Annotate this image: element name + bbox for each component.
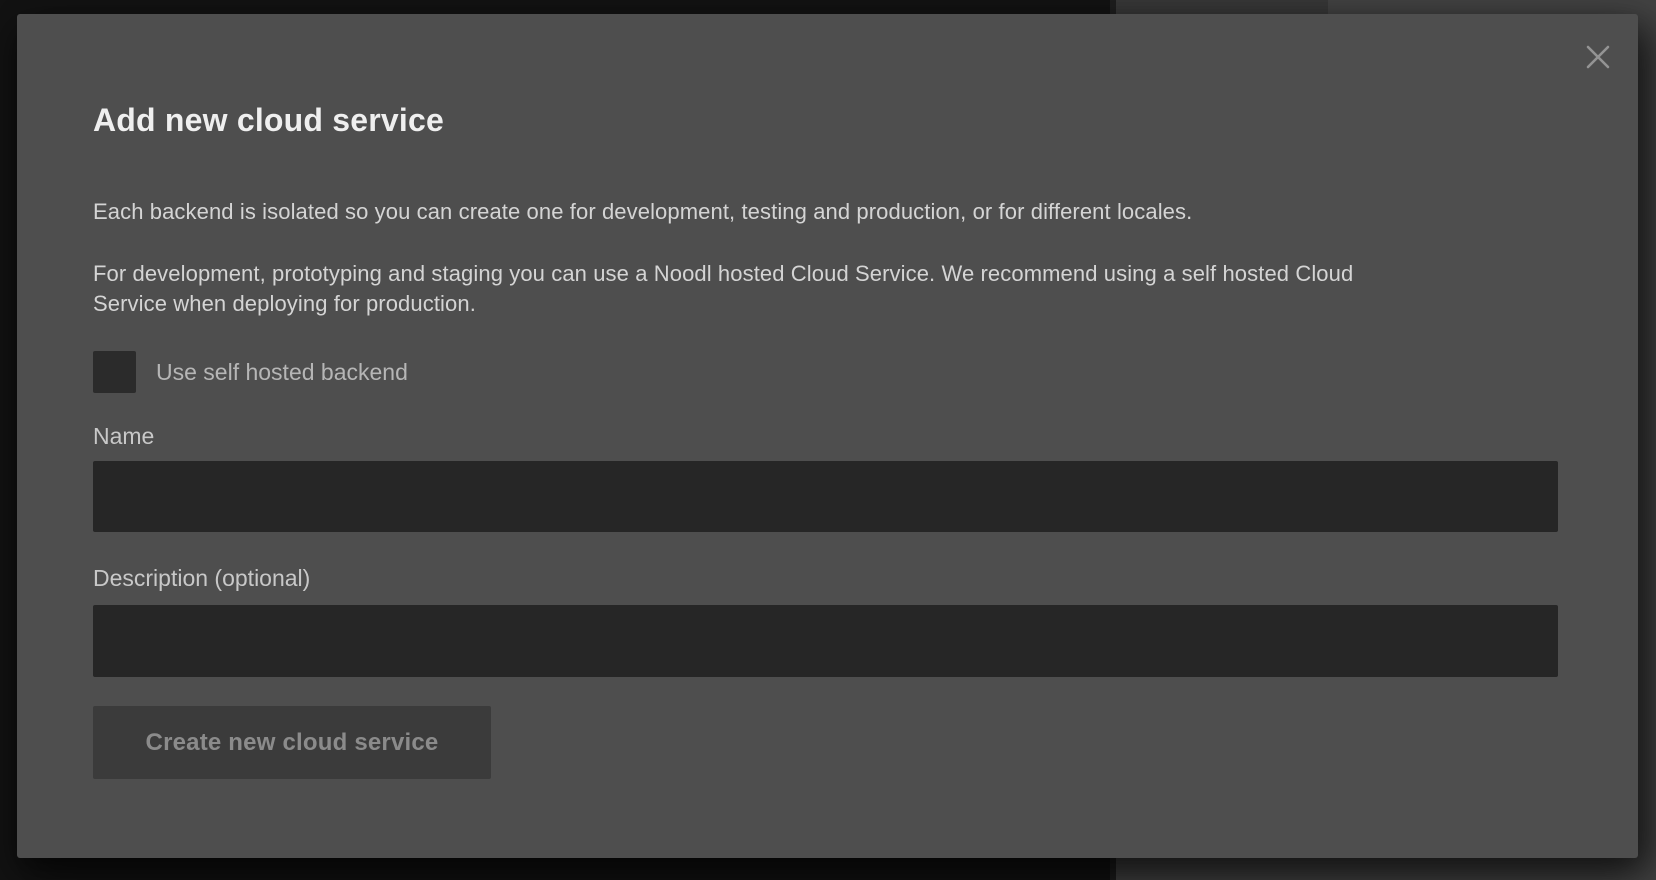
name-field-label: Name [93, 421, 1558, 451]
self-hosted-checkbox[interactable] [93, 351, 136, 393]
close-icon [1585, 44, 1611, 70]
dialog-title: Add new cloud service [93, 100, 1558, 140]
self-hosted-checkbox-label[interactable]: Use self hosted backend [156, 359, 408, 386]
create-cloud-service-button[interactable]: Create new cloud service [93, 706, 491, 779]
description-field-label: Description (optional) [93, 563, 1558, 593]
description-input[interactable] [93, 605, 1558, 677]
dialog-description-line-2: For development, prototyping and staging… [93, 259, 1558, 319]
self-hosted-checkbox-row[interactable]: Use self hosted backend [93, 351, 408, 393]
add-cloud-service-dialog: Add new cloud service Each backend is is… [17, 14, 1638, 858]
close-button[interactable] [1584, 43, 1612, 71]
dialog-description-line-1: Each backend is isolated so you can crea… [93, 197, 1558, 227]
name-input[interactable] [93, 461, 1558, 532]
background-app-tab-strip [1116, 0, 1328, 14]
